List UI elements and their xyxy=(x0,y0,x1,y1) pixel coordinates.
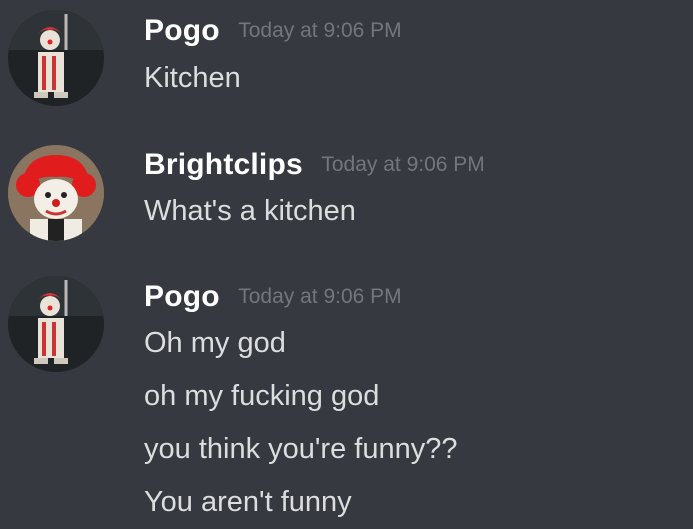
chat-message-list: Pogo Today at 9:06 PM Kitchen Brightclip… xyxy=(0,0,693,529)
message-text: you think you're funny?? xyxy=(144,433,458,465)
username[interactable]: Pogo xyxy=(144,14,220,47)
message-text: You aren't funny xyxy=(144,486,352,518)
message-header: Pogo Today at 9:06 PM xyxy=(144,280,402,314)
clown-avatar-icon xyxy=(8,276,104,372)
message-text: Oh my god xyxy=(144,327,286,359)
clown-avatar-icon xyxy=(8,10,104,106)
message-text: What's a kitchen xyxy=(144,195,356,227)
message-header: Pogo Today at 9:06 PM xyxy=(144,14,402,48)
avatar[interactable] xyxy=(8,145,104,241)
timestamp: Today at 9:06 PM xyxy=(238,19,402,42)
timestamp: Today at 9:06 PM xyxy=(238,285,402,308)
timestamp: Today at 9:06 PM xyxy=(321,153,485,176)
username[interactable]: Brightclips xyxy=(144,148,303,181)
message-text: Kitchen xyxy=(144,62,241,94)
message-header: Brightclips Today at 9:06 PM xyxy=(144,148,485,182)
username[interactable]: Pogo xyxy=(144,280,220,313)
avatar[interactable] xyxy=(8,10,104,106)
clown-avatar-icon xyxy=(8,145,104,241)
message-text: oh my fucking god xyxy=(144,380,380,412)
avatar[interactable] xyxy=(8,276,104,372)
